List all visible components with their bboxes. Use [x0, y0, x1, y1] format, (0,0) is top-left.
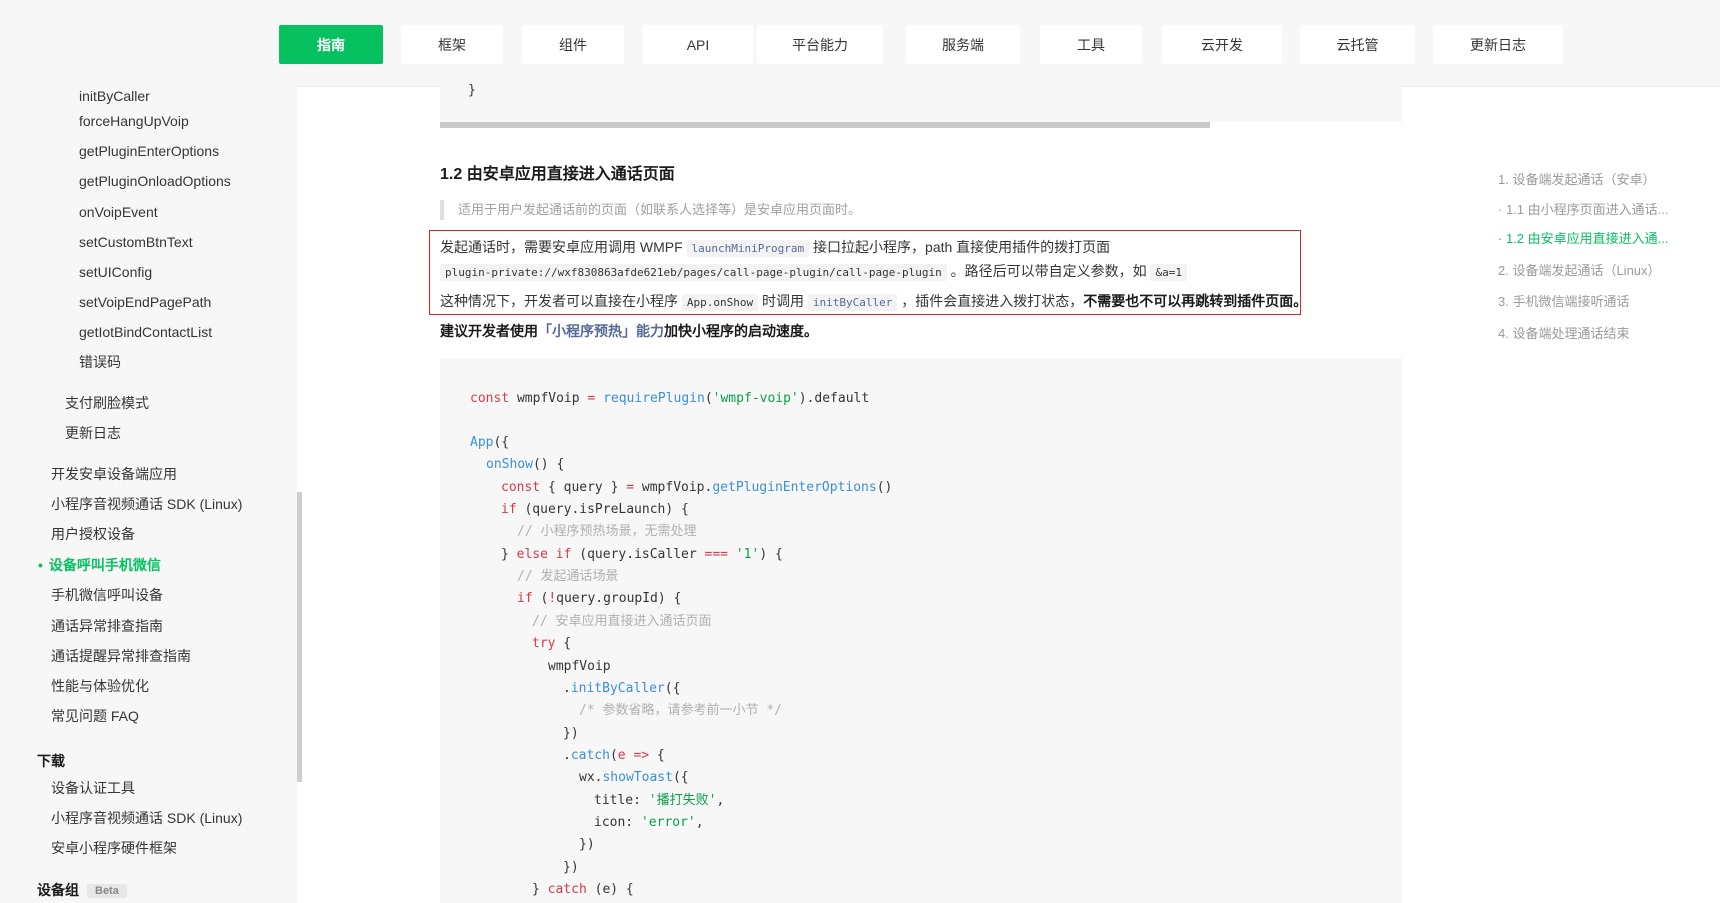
sidebar-item-setvoipendpagepath[interactable]: setVoipEndPagePath: [79, 292, 211, 312]
sidebar-item-performance[interactable]: 性能与体验优化: [51, 676, 149, 696]
section-title: 1.2 由安卓应用直接进入通话页面: [440, 166, 675, 183]
sidebar-item-device-cert-tool[interactable]: 设备认证工具: [51, 778, 135, 798]
active-bullet: •: [38, 557, 43, 573]
inline-code-param: &a=1: [1150, 264, 1187, 281]
sidebar-item-initbycaller[interactable]: initByCaller: [79, 86, 150, 106]
preheat-link[interactable]: 「小程序预热」能力: [538, 323, 664, 339]
text: 接口拉起小程序，path 直接使用插件的拨打页面: [813, 239, 1111, 255]
code-line: App({: [470, 435, 510, 450]
code-line: } catch (e) {: [532, 882, 634, 897]
code-horizontal-scrollbar[interactable]: [440, 122, 1210, 128]
sidebar-scrollbar[interactable]: [297, 492, 302, 782]
tab-cloud-hosting[interactable]: 云托管: [1300, 25, 1415, 64]
code-line: const { query } = wmpfVoip.getPluginEnte…: [501, 480, 893, 495]
text: 。路径后可以带自定义参数，如: [950, 263, 1147, 279]
code-fragment: }: [468, 83, 476, 98]
section-quote: 适用于用户发起通话前的页面（如联系人选择等）是安卓应用页面时。: [440, 200, 861, 220]
paragraph-line-3: 这种情况下，开发者可以直接在小程序 App.onShow 时调用 initByC…: [440, 291, 1307, 313]
code-line: // 安卓应用直接进入通话页面: [532, 614, 712, 629]
sidebar-item-linux-sdk[interactable]: 小程序音视频通话 SDK (Linux): [51, 494, 242, 514]
sidebar-item-user-authorize-device[interactable]: 用户授权设备: [51, 524, 135, 544]
sidebar-item-changelog[interactable]: 更新日志: [65, 423, 121, 443]
sidebar-item-face-pay-mode[interactable]: 支付刷脸模式: [65, 393, 149, 413]
inline-code-app-onshow: App.onShow: [681, 294, 759, 311]
toc-item-1-1[interactable]: · 1.1 由小程序页面进入通话...: [1498, 201, 1668, 219]
code-line: title: '播打失败',: [594, 793, 725, 808]
sidebar-item-forcehangupvoip[interactable]: forceHangUpVoip: [79, 111, 189, 131]
sidebar-heading-device-group: 设备组 Beta: [37, 880, 127, 900]
code-line: .catch(e => {: [563, 748, 665, 763]
code-line: wx.showToast({: [579, 770, 689, 785]
sidebar-item-faq[interactable]: 常见问题 FAQ: [51, 706, 139, 726]
previous-code-block: }: [440, 83, 1402, 122]
code-line: // 小程序预热场景，无需处理: [517, 524, 697, 539]
text: ，插件会直接进入拨打状态，: [901, 293, 1084, 309]
sidebar-item-download-linux-sdk[interactable]: 小程序音视频通话 SDK (Linux): [51, 808, 242, 828]
strong-text: 不需要也不可以再跳转到插件页面。: [1083, 293, 1308, 309]
sidebar-item-setcustombtntext[interactable]: setCustomBtnText: [79, 232, 193, 252]
device-group-label: 设备组: [37, 882, 79, 898]
top-navigation-bar: 指南 框架 组件 API 平台能力 服务端 工具 云开发 云托管 更新日志: [0, 0, 1720, 87]
code-line: }): [563, 726, 579, 741]
code-line: if (query.isPreLaunch) {: [501, 502, 689, 517]
paragraph-line-4: 建议开发者使用「小程序预热」能力加快小程序的启动速度。: [440, 321, 818, 341]
toc-item-3[interactable]: 3. 手机微信端接听通话: [1498, 293, 1629, 311]
code-line: }): [579, 837, 595, 852]
toc-item-2[interactable]: 2. 设备端发起通话（Linux）: [1498, 262, 1661, 280]
tab-framework[interactable]: 框架: [401, 25, 503, 64]
beta-badge: Beta: [87, 884, 127, 899]
code-line: wmpfVoip: [548, 659, 611, 674]
tab-platform-capabilities[interactable]: 平台能力: [757, 25, 883, 64]
sidebar-item-getiotbindcontactlist[interactable]: getIotBindContactList: [79, 322, 212, 342]
tab-changelog[interactable]: 更新日志: [1433, 25, 1563, 64]
text: 发起通话时，需要安卓应用调用 WMPF: [440, 239, 683, 255]
sidebar-item-android-device-app[interactable]: 开发安卓设备端应用: [51, 464, 177, 484]
inline-code-launchminiprogram: launchMiniProgram: [686, 240, 810, 257]
code-line: const wmpfVoip = requirePlugin('wmpf-voi…: [470, 391, 870, 406]
sidebar-item-getpluginenteroptions[interactable]: getPluginEnterOptions: [79, 141, 219, 161]
sidebar-item-reminder-troubleshooting[interactable]: 通话提醒异常排查指南: [51, 646, 191, 666]
tab-server[interactable]: 服务端: [906, 25, 1020, 64]
sidebar-item-call-troubleshooting[interactable]: 通话异常排查指南: [51, 616, 163, 636]
sidebar-item-wechat-call-device[interactable]: 手机微信呼叫设备: [51, 585, 163, 605]
sidebar: initByCaller forceHangUpVoip getPluginEn…: [0, 86, 297, 903]
code-line: /* 参数省略，请参考前一小节 */: [579, 703, 782, 718]
code-line: try {: [532, 636, 572, 651]
paragraph-line-2: plugin-private://wxf830863afde621eb/page…: [440, 261, 1187, 283]
sidebar-heading-download: 下载: [37, 753, 65, 769]
code-line: icon: 'error',: [594, 815, 704, 830]
sidebar-item-device-call-wechat[interactable]: • 设备呼叫手机微信: [38, 555, 161, 575]
tab-api[interactable]: API: [643, 25, 753, 64]
code-line: if (!query.groupId) {: [517, 591, 682, 606]
tab-components[interactable]: 组件: [522, 25, 624, 64]
inline-code-initbycaller: initByCaller: [807, 294, 898, 311]
sidebar-item-getpluginonloadoptions[interactable]: getPluginOnloadOptions: [79, 171, 231, 191]
code-block: const wmpfVoip = requirePlugin('wmpf-voi…: [440, 358, 1402, 903]
sidebar-item-label: 设备呼叫手机微信: [48, 557, 161, 573]
tab-guide[interactable]: 指南: [279, 25, 383, 64]
sidebar-item-android-hw-framework[interactable]: 安卓小程序硬件框架: [51, 838, 177, 858]
toc-item-1[interactable]: 1. 设备端发起通话（安卓）: [1498, 171, 1655, 189]
text: 建议开发者使用: [440, 323, 538, 339]
sidebar-item-setuiconfig[interactable]: setUIConfig: [79, 262, 152, 282]
code-line: onShow() {: [486, 457, 565, 472]
code-line: .initByCaller({: [563, 681, 681, 696]
code-line: }): [563, 860, 579, 875]
sidebar-item-error-codes[interactable]: 错误码: [79, 352, 121, 372]
code-line: } else if (query.isCaller === '1') {: [501, 547, 783, 562]
text: 时调用: [762, 293, 805, 309]
tab-tools[interactable]: 工具: [1040, 25, 1142, 64]
toc-item-1-2[interactable]: · 1.2 由安卓应用直接进入通...: [1498, 230, 1668, 248]
sidebar-item-onvoipevent[interactable]: onVoipEvent: [79, 202, 158, 222]
paragraph-line-1: 发起通话时，需要安卓应用调用 WMPF launchMiniProgram 接口…: [440, 237, 1110, 259]
tab-cloud-development[interactable]: 云开发: [1162, 25, 1282, 64]
code-line: // 发起通话场景: [517, 569, 619, 584]
text: 加快小程序的启动速度。: [664, 323, 818, 339]
text: 这种情况下，开发者可以直接在小程序: [440, 293, 678, 309]
inline-code-plugin-path: plugin-private://wxf830863afde621eb/page…: [440, 264, 947, 281]
toc-item-4[interactable]: 4. 设备端处理通话结束: [1498, 325, 1629, 343]
